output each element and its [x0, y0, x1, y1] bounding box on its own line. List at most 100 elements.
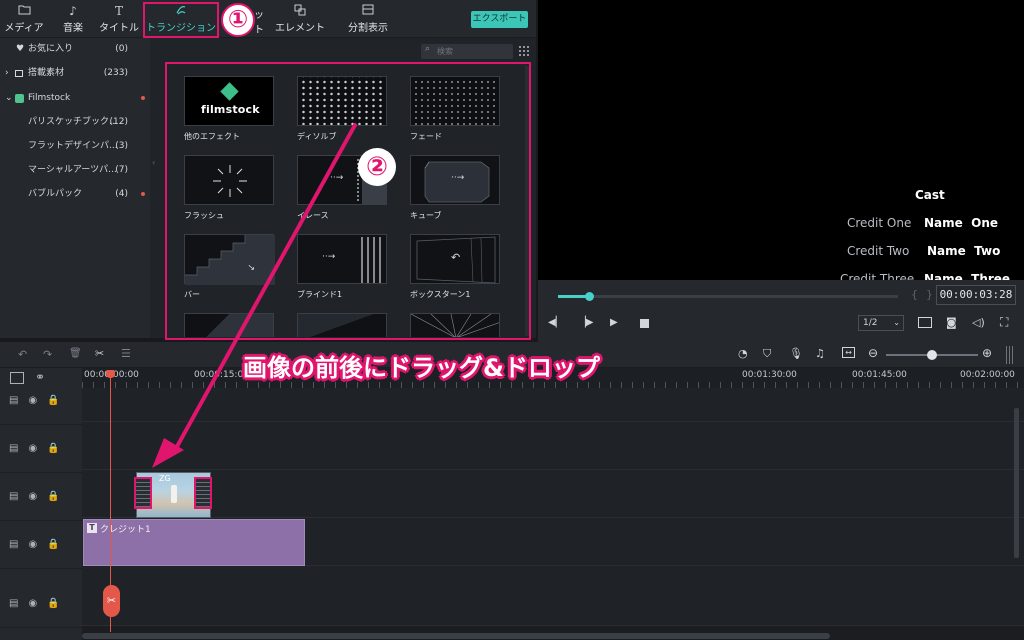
filmstock-icon	[15, 94, 24, 103]
transition-thumb-flash[interactable]	[184, 155, 274, 205]
grid-view-icon[interactable]	[518, 45, 529, 56]
playhead-handle[interactable]	[106, 370, 115, 378]
lock-icon[interactable]: 🔒	[47, 598, 59, 609]
sidebar-item-favorites[interactable]: ♥ お気に入り (0)	[0, 38, 150, 60]
transition-label: ディソルブ	[297, 132, 337, 141]
delete-icon[interactable]: 🗑	[69, 348, 82, 359]
fit-timeline-icon[interactable]: ↔	[842, 347, 855, 358]
display-settings-icon[interactable]	[918, 317, 932, 328]
tab-titles[interactable]: T タイトル	[98, 2, 140, 36]
fullscreen-icon[interactable]: ⛶	[1000, 315, 1008, 330]
player-controls: { } 00:00:03:28 ◀▏ ▕▶ ▶ 1/2 ⌄ ◙ ◁) ⛶	[538, 280, 1024, 342]
video-track[interactable]	[82, 388, 1024, 422]
transition-thumb-partial[interactable]	[410, 313, 500, 337]
transition-thumb-bar[interactable]: →	[184, 234, 275, 285]
tab-media[interactable]: メディア	[4, 2, 44, 36]
panel-divider[interactable]: ‹	[150, 38, 162, 338]
transition-thumb-partial[interactable]	[297, 313, 387, 337]
track-header: ▤ ◉ 🔒	[0, 425, 82, 473]
video-track[interactable]	[82, 422, 1024, 470]
heart-icon: ♥	[16, 44, 25, 54]
radial-lines	[411, 314, 499, 337]
zoom-out-icon[interactable]: ⊖	[868, 346, 878, 360]
play-icon[interactable]: ▶	[610, 317, 618, 328]
tab-elements[interactable]: エレメント	[272, 2, 328, 36]
stop-icon[interactable]	[640, 319, 649, 328]
eye-icon[interactable]: ◉	[28, 395, 37, 406]
element-icon	[294, 4, 306, 19]
transition-label: ボックスターン1	[410, 290, 471, 299]
sidebar-item-filmstock[interactable]: ⌄ Filmstock	[0, 87, 150, 109]
transition-thumb-fade[interactable]	[410, 76, 500, 126]
credit-clipped-row: Credit Three Name Three	[538, 272, 1024, 280]
zoom-in-icon[interactable]: ⊕	[982, 346, 992, 360]
transition-thumb-blinds[interactable]: ··→	[297, 234, 387, 284]
marker-icon[interactable]: ⛉	[763, 347, 771, 361]
ruler-label: 00:00:15:00	[194, 370, 249, 380]
sidebar-item-builtin[interactable]: › 搭載素材 (233)	[0, 62, 150, 84]
tab-music[interactable]: ♪ 音楽	[58, 2, 88, 36]
transition-thumb-partial[interactable]	[184, 313, 274, 337]
timeline-vscrollbar[interactable]	[1014, 408, 1019, 558]
lock-icon[interactable]: 🔒	[47, 443, 59, 454]
title-clip[interactable]: T クレジット1	[83, 519, 305, 566]
search-icon: ⌕	[425, 44, 431, 54]
transition-thumb-box-turn[interactable]: ↶	[410, 234, 500, 284]
clip-label: クレジット1	[100, 525, 151, 535]
tab-split-screen[interactable]: 分割表示	[344, 2, 392, 36]
sidebar-item-count: (0)	[115, 44, 128, 54]
eye-icon[interactable]: ◉	[28, 491, 37, 502]
sidebar-item-bubble-pack[interactable]: バブルパック (4)	[0, 183, 150, 205]
cut-icon[interactable]: ✂	[95, 347, 104, 360]
eye-icon[interactable]: ◉	[28, 598, 37, 609]
progress-handle[interactable]	[585, 292, 594, 301]
zoom-slider[interactable]	[886, 350, 978, 360]
timeline-grip[interactable]	[1006, 346, 1014, 364]
microphone-icon[interactable]: 🎙	[789, 347, 803, 360]
eye-icon[interactable]: ◉	[28, 539, 37, 550]
sidebar-item-label: パリスケッチブック...	[28, 117, 118, 127]
search-input[interactable]: 検索	[421, 44, 513, 59]
eye-icon[interactable]: ◉	[28, 443, 37, 454]
undo-icon[interactable]: ↶	[18, 348, 27, 361]
export-button[interactable]: エクスポート	[471, 11, 528, 28]
lock-icon[interactable]: 🔒	[47, 395, 59, 406]
arrow-right-icon: ··→	[451, 173, 465, 183]
sidebar-item-label: マーシャルアーツパ...	[28, 165, 117, 175]
transition-thumb-more-effects[interactable]: filmstock	[184, 76, 274, 126]
credit-name: Name Two	[927, 244, 1001, 258]
zoom-slider-handle[interactable]	[927, 350, 937, 360]
snapshot-icon[interactable]: ◙	[946, 316, 957, 329]
audio-mixer-icon[interactable]: ♫	[815, 347, 825, 360]
render-icon[interactable]: ◔	[738, 347, 748, 360]
track-header: ▤ ◉ 🔒	[0, 473, 82, 521]
redo-icon[interactable]: ↷	[43, 348, 52, 361]
tab-effects[interactable]: ット	[254, 2, 270, 36]
prev-frame-icon[interactable]: ◀▏	[548, 317, 563, 328]
mark-in-icon[interactable]: {	[911, 288, 918, 301]
split-scissors-icon[interactable]: ✂	[103, 585, 120, 617]
sidebar-item-paris-sketchbook[interactable]: パリスケッチブック... (12)	[0, 111, 150, 133]
transition-thumb-cube[interactable]: ··→	[410, 155, 500, 205]
track-header: ▤ ◉ 🔒	[0, 521, 82, 569]
sidebar-item-count: (4)	[115, 189, 128, 199]
sidebar-item-count: (7)	[115, 165, 128, 175]
film-icon: ▤	[9, 539, 19, 550]
video-track[interactable]	[82, 566, 1024, 626]
mark-out-icon[interactable]: }	[926, 288, 933, 301]
sidebar-item-martial-arts[interactable]: マーシャルアーツパ... (7)	[0, 159, 150, 181]
next-frame-icon[interactable]: ▕▶	[578, 317, 593, 328]
progress-track[interactable]	[558, 292, 898, 301]
timeline-hscrollbar[interactable]	[82, 633, 830, 639]
adjust-icon[interactable]: ☰	[121, 347, 131, 360]
transition-label: フラッシュ	[184, 211, 224, 220]
volume-icon[interactable]: ◁)	[972, 316, 985, 329]
lock-icon[interactable]: 🔒	[47, 539, 59, 550]
transition-thumb-dissolve[interactable]	[297, 76, 387, 126]
quality-select[interactable]: 1/2 ⌄	[858, 315, 904, 331]
tab-label: メディア	[4, 23, 44, 34]
lock-icon[interactable]: 🔒	[47, 491, 59, 502]
split-screen-icon	[362, 4, 374, 19]
sidebar-item-flat-design[interactable]: フラットデザインパ... (3)	[0, 135, 150, 157]
video-track[interactable]	[82, 470, 1024, 518]
